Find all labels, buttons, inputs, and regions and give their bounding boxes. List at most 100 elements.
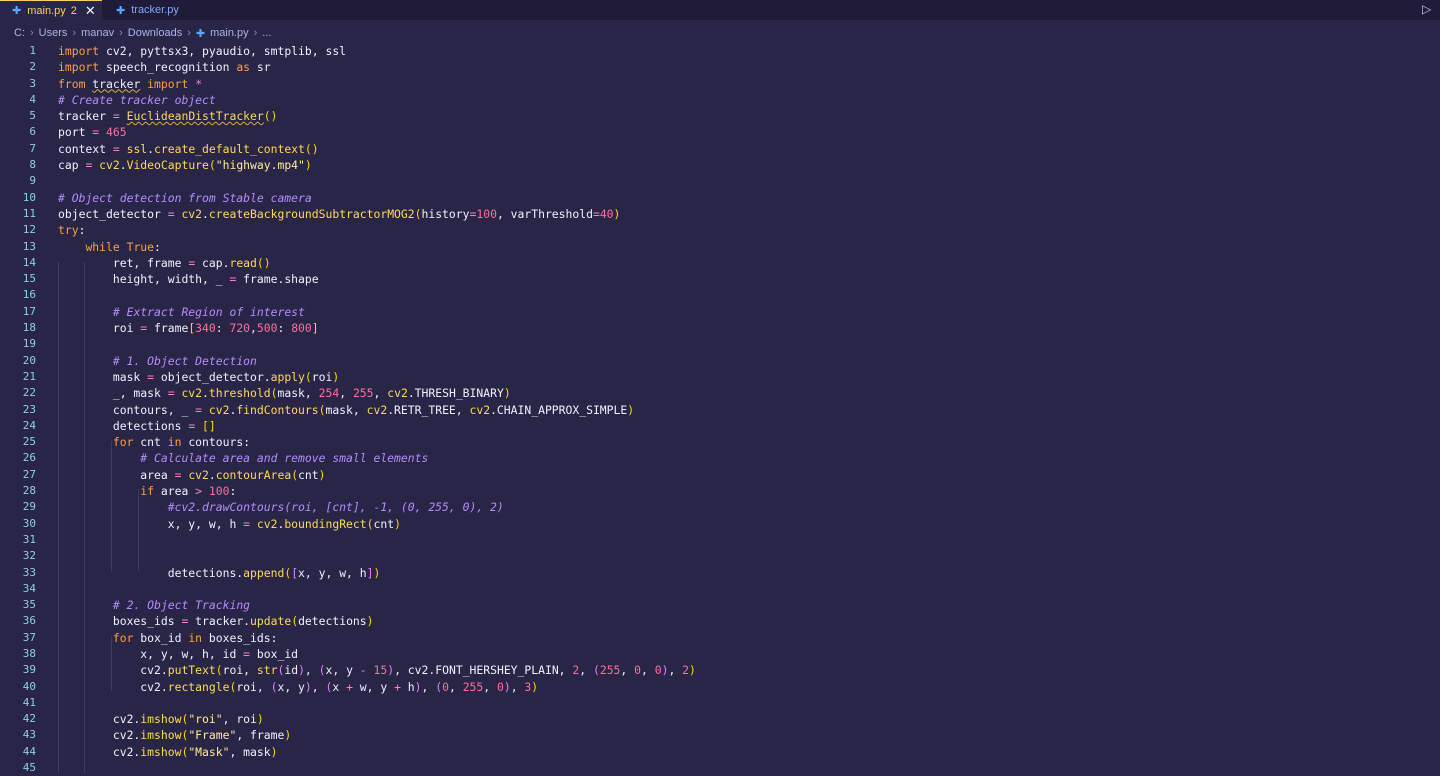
- line-number: 41: [22, 695, 36, 709]
- chevron-right-icon: ›: [30, 27, 34, 39]
- code-line[interactable]: 25 for cnt in contours:: [0, 434, 1440, 450]
- code-line[interactable]: 27 area = cv2.contourArea(cnt): [0, 467, 1440, 483]
- code-line[interactable]: 14 ret, frame = cap.read(): [0, 255, 1440, 271]
- code-line[interactable]: 44 cv2.imshow("Mask", mask): [0, 744, 1440, 760]
- code-text: while True:: [85, 239, 161, 254]
- code-text: try:: [58, 223, 86, 238]
- code-line[interactable]: 35 # 2. Object Tracking: [0, 597, 1440, 613]
- code-line[interactable]: 22 _, mask = cv2.threshold(mask, 254, 25…: [0, 385, 1440, 401]
- code-text: height, width, _ = frame.shape: [58, 272, 319, 287]
- code-text: import cv2, pyttsx3, pyaudio, smtplib, s…: [58, 44, 347, 58]
- line-number: 12: [22, 223, 36, 237]
- code-line[interactable]: 21 mask = object_detector.apply(roi): [0, 369, 1440, 385]
- close-icon[interactable]: ✕: [85, 3, 96, 19]
- code-text: tracker = EuclideanDistTracker(): [58, 109, 278, 124]
- breadcrumb-symbol[interactable]: ...: [262, 27, 271, 39]
- code-line[interactable]: 9: [0, 173, 1440, 189]
- code-line[interactable]: 36 boxes_ids = tracker.update(detections…: [0, 613, 1440, 629]
- code-line[interactable]: 24 detections = []: [0, 418, 1440, 434]
- code-line[interactable]: 8 cap = cv2.VideoCapture("highway.mp4"): [0, 157, 1440, 173]
- code-text: _, mask = cv2.threshold(mask, 254, 255, …: [58, 386, 511, 401]
- breadcrumb-users[interactable]: Users: [39, 27, 68, 39]
- code-line[interactable]: 40 cv2.rectangle(roi, (x, y), (x + w, y …: [0, 679, 1440, 695]
- code-line[interactable]: 31: [0, 532, 1440, 548]
- line-number: 28: [22, 484, 36, 498]
- tab-label: tracker.py: [131, 4, 179, 16]
- code-line[interactable]: 19: [0, 336, 1440, 352]
- code-line[interactable]: 34: [0, 581, 1440, 597]
- code-line[interactable]: 11 object_detector = cv2.createBackground…: [0, 206, 1440, 222]
- code-line[interactable]: 7 context = ssl.create_default_context(): [0, 141, 1440, 157]
- breadcrumb-drive[interactable]: C:: [14, 27, 25, 39]
- breadcrumb-file[interactable]: main.py: [210, 27, 249, 39]
- line-number: 14: [22, 255, 36, 269]
- code-line[interactable]: 37 for box_id in boxes_ids:: [0, 630, 1440, 646]
- code-line[interactable]: 42 cv2.imshow("roi", roi): [0, 711, 1440, 727]
- code-line[interactable]: 45: [0, 760, 1440, 776]
- line-number: 26: [22, 451, 36, 465]
- code-text: # 2. Object Tracking: [112, 598, 251, 613]
- code-text: port = 465: [58, 125, 127, 140]
- code-line[interactable]: 20 # 1. Object Detection: [0, 353, 1440, 369]
- code-line[interactable]: 13 while True:: [0, 239, 1440, 255]
- code-line[interactable]: 15 height, width, _ = frame.shape: [0, 271, 1440, 287]
- line-number: 4: [29, 92, 36, 106]
- code-line[interactable]: 12 try:: [0, 222, 1440, 238]
- code-line[interactable]: 33 detections.append([x, y, w, h]): [0, 565, 1440, 581]
- line-number: 15: [22, 272, 36, 286]
- code-line[interactable]: 29 #cv2.drawContours(roi, [cnt], -1, (0,…: [0, 499, 1440, 515]
- breadcrumb-manav[interactable]: manav: [81, 27, 114, 39]
- breadcrumb-downloads[interactable]: Downloads: [128, 27, 182, 39]
- code-editor[interactable]: 1 import cv2, pyttsx3, pyaudio, smtplib, …: [0, 43, 1440, 776]
- line-number: 29: [22, 500, 36, 514]
- line-number: 44: [22, 744, 36, 758]
- code-text: cv2.rectangle(roi, (x, y), (x + w, y + h…: [58, 679, 539, 694]
- code-line[interactable]: 2 import speech_recognition as sr: [0, 59, 1440, 75]
- code-line[interactable]: 41: [0, 695, 1440, 711]
- code-line[interactable]: 32: [0, 548, 1440, 564]
- code-line[interactable]: 18 roi = frame[340: 720,500: 800]: [0, 320, 1440, 336]
- code-line[interactable]: 23 contours, _ = cv2.findContours(mask, …: [0, 402, 1440, 418]
- code-text: if area > 100:: [140, 484, 237, 499]
- line-number: 35: [22, 598, 36, 612]
- line-number: 16: [22, 288, 36, 302]
- code-line[interactable]: 17 # Extract Region of interest: [0, 304, 1440, 320]
- code-text: contours, _ = cv2.findContours(mask, cv2…: [58, 402, 635, 417]
- line-number: 30: [22, 516, 36, 530]
- tab-main-py[interactable]: ✚ main.py 2 ✕: [0, 0, 102, 20]
- code-line[interactable]: 30 x, y, w, h = cv2.boundingRect(cnt): [0, 516, 1440, 532]
- code-line[interactable]: 28 if area > 100:: [0, 483, 1440, 499]
- line-number: 3: [29, 76, 36, 90]
- code-line[interactable]: 39 cv2.putText(roi, str(id), (x, y - 15)…: [0, 662, 1440, 678]
- code-text: object_detector = cv2.createBackgroundSu…: [58, 206, 621, 221]
- line-number: 18: [22, 321, 36, 335]
- line-number: 37: [22, 630, 36, 644]
- code-line[interactable]: 26 # Calculate area and remove small ele…: [0, 450, 1440, 466]
- tab-tracker-py[interactable]: ✚ tracker.py: [102, 0, 192, 20]
- code-line[interactable]: 10 # Object detection from Stable camera: [0, 190, 1440, 206]
- code-line[interactable]: 43 cv2.imshow("Frame", frame): [0, 727, 1440, 743]
- line-number: 27: [22, 467, 36, 481]
- code-text: cv2.imshow("Frame", frame): [58, 728, 292, 743]
- line-number: 10: [22, 190, 36, 204]
- code-text: cap = cv2.VideoCapture("highway.mp4"): [58, 158, 312, 173]
- line-number: 40: [22, 679, 36, 693]
- code-line[interactable]: 3 from tracker import *: [0, 76, 1440, 92]
- code-text: cv2.putText(roi, str(id), (x, y - 15), c…: [58, 663, 696, 678]
- problem-count-badge: 2: [70, 4, 77, 17]
- line-number: 2: [29, 60, 36, 74]
- line-number: 8: [29, 158, 36, 172]
- code-line[interactable]: 4 # Create tracker object: [0, 92, 1440, 108]
- line-number: 42: [22, 712, 36, 726]
- code-text: #cv2.drawContours(roi, [cnt], -1, (0, 25…: [167, 500, 504, 515]
- python-file-icon: ✚: [12, 5, 22, 17]
- code-line[interactable]: 5 tracker = EuclideanDistTracker(): [0, 108, 1440, 124]
- code-line[interactable]: 6 port = 465: [0, 124, 1440, 140]
- code-line[interactable]: 38 x, y, w, h, id = box_id: [0, 646, 1440, 662]
- line-number: 22: [22, 386, 36, 400]
- line-number: 34: [22, 581, 36, 595]
- run-icon[interactable]: ▷: [1422, 2, 1434, 16]
- code-line[interactable]: 16: [0, 287, 1440, 303]
- code-text: cv2.imshow("roi", roi): [58, 712, 264, 727]
- code-line[interactable]: 1 import cv2, pyttsx3, pyaudio, smtplib, …: [0, 43, 1440, 59]
